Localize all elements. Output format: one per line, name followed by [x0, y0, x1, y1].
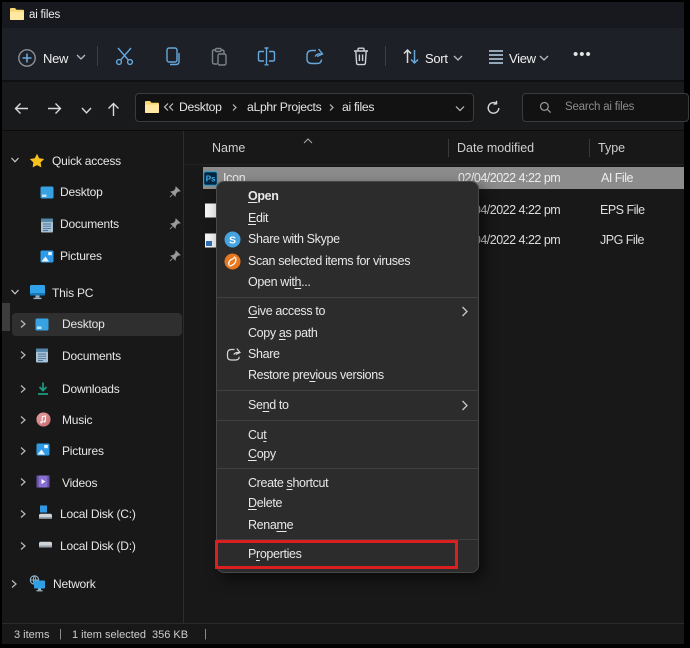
svg-text:S: S: [229, 234, 236, 246]
svg-text:Ps: Ps: [206, 175, 216, 184]
